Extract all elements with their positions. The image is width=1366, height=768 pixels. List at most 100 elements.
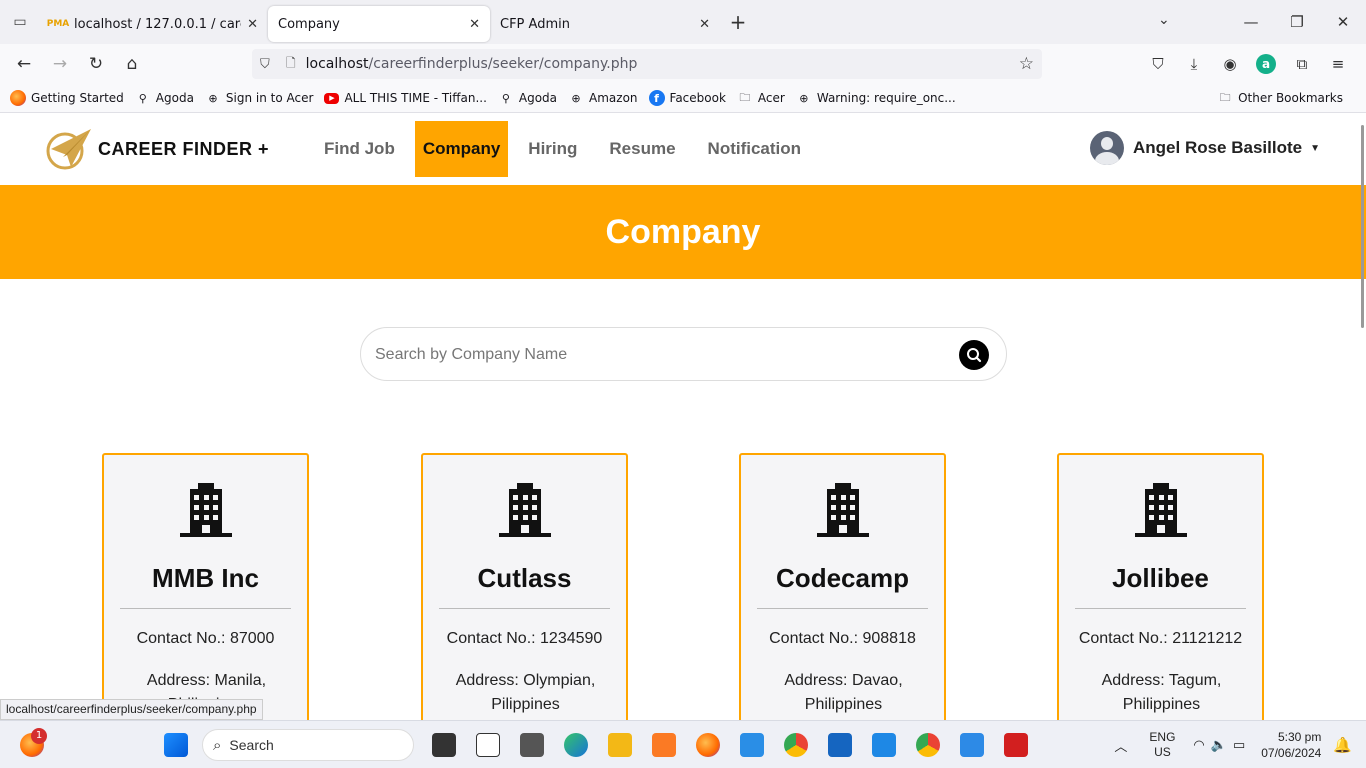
taskbar-search[interactable]: ⌕ Search — [202, 729, 414, 761]
chevron-up-icon[interactable]: ︿ — [1114, 736, 1127, 755]
bookmark-item[interactable]: ⚲ Agoda — [498, 90, 557, 106]
divider — [1075, 608, 1246, 609]
close-tab-icon[interactable]: ✕ — [469, 17, 480, 32]
file-explorer-icon[interactable] — [608, 733, 632, 757]
other-bookmarks[interactable]: 🗀 Other Bookmarks — [1217, 90, 1343, 106]
avatar — [1090, 131, 1124, 165]
bookmark-item[interactable]: 🗀 Acer — [737, 90, 784, 106]
tab-company[interactable]: Company ✕ — [268, 6, 490, 42]
bookmark-label: Amazon — [589, 91, 638, 105]
bookmark-item[interactable]: ⊕ Amazon — [568, 90, 638, 106]
company-name: MMB Inc — [152, 563, 259, 593]
app-icon[interactable] — [828, 733, 852, 757]
menu-notification[interactable]: Notification — [696, 121, 814, 177]
close-window-button[interactable]: ✕ — [1320, 13, 1366, 31]
bookmark-item[interactable]: ⊕ Warning: require_onc... — [796, 90, 955, 106]
lang-top: ENG — [1149, 730, 1176, 744]
company-name: Jollibee — [1112, 563, 1209, 593]
company-card[interactable]: Jollibee Contact No.: 21121212 Address: … — [1057, 453, 1264, 720]
dropbox-icon[interactable] — [476, 733, 500, 757]
site-logo[interactable]: CAREER FINDER + — [45, 127, 269, 171]
search-input[interactable] — [375, 340, 945, 370]
user-dropdown[interactable]: Angel Rose Basillote ▼ — [1090, 131, 1320, 165]
bookmark-label: ALL THIS TIME - Tiffan... — [344, 91, 487, 105]
chevron-down-icon[interactable]: ⌄ — [1158, 12, 1170, 28]
home-button[interactable]: ⌂ — [114, 54, 150, 74]
reload-button[interactable]: ↻ — [78, 54, 114, 74]
photos-icon[interactable] — [960, 733, 984, 757]
company-search-bar — [360, 327, 1007, 381]
close-tab-icon[interactable]: ✕ — [247, 17, 258, 32]
task-view-icon[interactable] — [432, 733, 456, 757]
bookmark-star-icon[interactable]: ☆ — [1019, 54, 1034, 74]
xampp-icon[interactable] — [652, 733, 676, 757]
minimize-button[interactable]: — — [1228, 13, 1274, 31]
notification-bell-icon[interactable]: 🔔 — [1333, 736, 1352, 754]
search-button[interactable] — [959, 340, 989, 370]
system-tray: ︿ ENG US ◠ 🔈 ▭ 5:30 pm 07/06/2024 🔔 — [1114, 721, 1366, 768]
menu-icon[interactable]: ≡ — [1320, 55, 1356, 73]
building-icon — [499, 483, 551, 537]
company-card[interactable]: Codecamp Contact No.: 908818 Address: Da… — [739, 453, 946, 720]
phpmyadmin-icon: PMA — [46, 19, 70, 29]
bookmark-item[interactable]: ⊕ Sign in to Acer — [205, 90, 313, 106]
folder-icon: 🗀 — [739, 90, 751, 104]
bookmark-item[interactable]: ⚲ Agoda — [135, 90, 194, 106]
download-icon[interactable]: ⤓ — [1176, 55, 1212, 73]
divider — [439, 608, 610, 609]
page-title: Company — [605, 212, 761, 251]
page-scrollbar[interactable] — [1361, 125, 1364, 328]
pocket-icon[interactable]: ⛉ — [1140, 55, 1176, 73]
chrome-profile-icon[interactable] — [916, 733, 940, 757]
notification-badge: 1 — [31, 728, 47, 744]
edge-icon[interactable] — [564, 733, 588, 757]
company-card[interactable]: Cutlass Contact No.: 1234590 Address: Ol… — [421, 453, 628, 720]
account-icon[interactable]: ◉ — [1212, 55, 1248, 73]
wifi-icon[interactable]: ◠ — [1193, 737, 1204, 753]
tab-phpmyadmin[interactable]: PMA localhost / 127.0.0.1 / careerfinde … — [40, 6, 268, 42]
volume-icon[interactable]: 🔈 — [1211, 737, 1227, 753]
bookmark-label: Agoda — [155, 91, 194, 105]
bookmark-item[interactable]: f Facebook — [648, 90, 726, 106]
app-cube-icon[interactable] — [1004, 733, 1028, 757]
bookmark-label: Facebook — [669, 91, 726, 105]
menu-resume[interactable]: Resume — [597, 121, 687, 177]
extension-a-icon[interactable]: a — [1256, 54, 1276, 74]
tab-list-button[interactable]: ▭ — [0, 0, 40, 44]
main-menu: Find Job Company Hiring Resume Notificat… — [312, 121, 821, 177]
tab-label: localhost / 127.0.0.1 / careerfinde — [74, 16, 241, 32]
notepad-icon[interactable] — [872, 733, 896, 757]
windows-start-icon[interactable] — [164, 733, 188, 757]
search-icon — [967, 348, 982, 363]
language-indicator[interactable]: ENG US — [1149, 730, 1175, 760]
forward-button[interactable]: → — [42, 54, 78, 74]
shield-icon[interactable]: ⛉ — [260, 57, 276, 72]
company-address: Address: Olympian, Pilippines — [455, 672, 596, 713]
windows-taskbar: 1 ⌕ Search ︿ ENG US ◠ 🔈 ▭ 5:30 pm 07/06/… — [0, 720, 1366, 768]
amazon-icon[interactable] — [520, 733, 544, 757]
battery-icon[interactable]: ▭ — [1233, 737, 1245, 753]
menu-find-job[interactable]: Find Job — [312, 121, 407, 177]
browser-tab-bar: ▭ PMA localhost / 127.0.0.1 / careerfind… — [0, 0, 1366, 44]
firefox-icon[interactable] — [696, 733, 720, 757]
company-card[interactable]: MMB Inc Contact No.: 87000 Address: Mani… — [102, 453, 309, 720]
address-bar[interactable]: ⛉ 🗋 localhost/careerfinderplus/seeker/co… — [252, 49, 1042, 79]
close-tab-icon[interactable]: ✕ — [699, 17, 710, 32]
facebook-icon: f — [648, 90, 665, 106]
globe-icon: ⊕ — [571, 91, 581, 105]
tab-cfp-admin[interactable]: CFP Admin ✕ — [490, 6, 720, 42]
chrome-icon[interactable] — [784, 733, 808, 757]
clock[interactable]: 5:30 pm 07/06/2024 — [1261, 729, 1321, 761]
back-button[interactable]: ← — [6, 54, 42, 74]
caret-down-icon: ▼ — [1310, 142, 1321, 154]
company-contact: Contact No.: 908818 — [769, 630, 916, 647]
vscode-icon[interactable] — [740, 733, 764, 757]
menu-company[interactable]: Company — [414, 121, 509, 177]
restore-button[interactable]: ❐ — [1274, 13, 1320, 31]
extensions-icon[interactable]: ⧉ — [1284, 55, 1320, 73]
new-tab-button[interactable]: + — [720, 10, 756, 34]
bookmark-item[interactable]: ▶ ALL THIS TIME - Tiffan... — [324, 91, 487, 105]
date-label: 07/06/2024 — [1261, 746, 1322, 760]
bookmark-item[interactable]: Getting Started — [10, 90, 124, 106]
menu-hiring[interactable]: Hiring — [516, 121, 589, 177]
